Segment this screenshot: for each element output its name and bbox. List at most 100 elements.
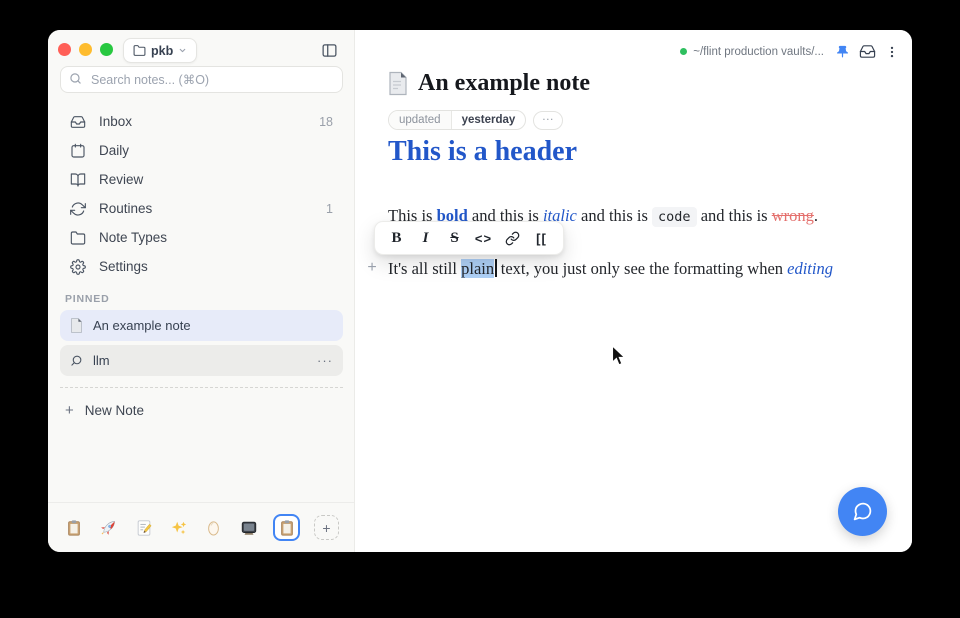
calendar-icon xyxy=(70,143,86,159)
sidebar-item-label: Note Types xyxy=(99,230,167,245)
sidebar: pkb Inbox 18 xyxy=(48,30,355,552)
sidebar-item-routines[interactable]: Routines 1 xyxy=(60,194,343,223)
pinned-note-llm[interactable]: llm ··· xyxy=(60,345,343,376)
pinned-note-label: llm xyxy=(93,353,110,368)
plus-icon: + xyxy=(322,520,330,536)
workspace-egg-button[interactable] xyxy=(203,517,224,538)
kebab-menu-button[interactable] xyxy=(885,45,899,59)
sidebar-item-settings[interactable]: Settings xyxy=(60,252,343,281)
code-text: code xyxy=(652,207,697,227)
folder-icon xyxy=(133,44,146,57)
app-window: pkb Inbox 18 xyxy=(48,30,912,552)
pin-button[interactable] xyxy=(835,44,850,59)
clipboard-icon xyxy=(278,519,296,537)
workspace-sparkles-button[interactable] xyxy=(168,517,189,538)
screen: pkb Inbox 18 xyxy=(0,0,960,618)
chat-button[interactable] xyxy=(838,487,887,536)
chevron-down-icon xyxy=(178,46,187,55)
plus-icon: + xyxy=(65,402,74,419)
text-run: and this is xyxy=(697,206,772,225)
traffic-lights xyxy=(58,43,113,56)
link-button[interactable] xyxy=(498,224,527,252)
sidebar-nav: Inbox 18 Daily Review Routines 1 xyxy=(60,107,343,281)
tv-icon xyxy=(240,519,258,537)
minimize-button[interactable] xyxy=(79,43,92,56)
block-handle[interactable]: + xyxy=(366,257,378,279)
rocket-icon xyxy=(99,518,118,537)
note-heading[interactable]: This is a header xyxy=(388,136,577,168)
new-note-button[interactable]: + New Note xyxy=(65,398,144,422)
pinned-note-an-example-note[interactable]: An example note xyxy=(60,310,343,341)
memo-icon xyxy=(135,519,153,537)
wikilink-button[interactable]: [[ xyxy=(527,224,556,252)
search-box xyxy=(60,66,343,93)
code-button[interactable]: <> xyxy=(469,224,498,252)
close-button[interactable] xyxy=(58,43,71,56)
refresh-icon xyxy=(70,201,86,217)
sidebar-item-label: Inbox xyxy=(99,114,132,129)
inbox-icon xyxy=(70,114,86,130)
status-dot xyxy=(680,48,687,55)
inbox-tray-button[interactable] xyxy=(859,43,876,60)
workspace-memo-button[interactable] xyxy=(133,517,154,538)
italic-button[interactable]: I xyxy=(411,224,440,252)
text-run: . xyxy=(814,206,818,225)
search-icon xyxy=(69,72,82,85)
workspace-clipboard-button[interactable] xyxy=(63,517,84,538)
gear-icon xyxy=(70,259,86,275)
updated-badge-value: yesterday xyxy=(452,111,526,129)
note-title[interactable]: An example note xyxy=(418,70,590,97)
document-icon xyxy=(388,71,408,96)
zoom-button[interactable] xyxy=(100,43,113,56)
vault-path: ~/flint production vaults/... xyxy=(693,46,824,58)
text-run: text, you just only see the formatting w… xyxy=(497,259,788,278)
pinned-note-label: An example note xyxy=(93,318,191,333)
sidebar-item-label: Routines xyxy=(99,201,152,216)
editor-topbar: ~/flint production vaults/... xyxy=(680,43,899,60)
workspace-tv-button[interactable] xyxy=(238,517,259,538)
search-icon xyxy=(70,354,83,367)
workspace-switcher[interactable]: pkb xyxy=(123,38,197,63)
sidebar-item-label: Daily xyxy=(99,143,129,158)
note-options-button[interactable]: ··· xyxy=(317,357,333,365)
strikethrough-button[interactable]: S xyxy=(440,224,469,252)
chat-bubble-icon xyxy=(852,501,873,522)
vault-status: ~/flint production vaults/... xyxy=(680,46,824,58)
more-badges-button[interactable]: ... xyxy=(533,111,563,130)
paragraph-plain-text[interactable]: + It's all still plain text, you just on… xyxy=(366,257,833,280)
add-workspace-button[interactable]: + xyxy=(314,515,339,540)
italic-text: editing xyxy=(787,259,833,278)
note-meta: updated yesterday ... xyxy=(388,110,563,130)
strikethrough-text: wrong xyxy=(772,206,814,225)
workspace-clipboard-active-button[interactable] xyxy=(273,514,300,541)
text-run: It's all still xyxy=(388,259,461,278)
folder-icon xyxy=(70,230,86,246)
sidebar-item-review[interactable]: Review xyxy=(60,165,343,194)
format-toolbar: B I S <> [[ xyxy=(374,221,564,255)
sidebar-item-inbox[interactable]: Inbox 18 xyxy=(60,107,343,136)
workspace-rocket-button[interactable] xyxy=(98,517,119,538)
note-header: An example note xyxy=(388,70,590,97)
sidebar-item-label: Settings xyxy=(99,259,148,274)
sidebar-toggle-button[interactable] xyxy=(320,41,339,60)
sidebar-item-label: Review xyxy=(99,172,143,187)
link-icon xyxy=(505,231,520,246)
updated-badge[interactable]: updated yesterday xyxy=(388,110,526,130)
workspace-dock: + xyxy=(48,502,354,552)
selected-text: plain xyxy=(461,259,494,278)
search-input[interactable] xyxy=(60,66,343,93)
updated-badge-key: updated xyxy=(389,111,452,129)
editor-pane: ~/flint production vaults/... An example… xyxy=(355,30,912,552)
book-open-icon xyxy=(70,172,86,188)
egg-icon xyxy=(206,519,221,536)
bold-button[interactable]: B xyxy=(382,224,411,252)
divider xyxy=(60,387,343,388)
workspace-name: pkb xyxy=(151,44,173,58)
sidebar-item-daily[interactable]: Daily xyxy=(60,136,343,165)
new-note-label: New Note xyxy=(85,403,144,418)
panel-left-icon xyxy=(321,42,338,59)
text-run: and this is xyxy=(577,206,652,225)
document-icon xyxy=(70,318,83,333)
clipboard-icon xyxy=(65,519,83,537)
sidebar-item-note-types[interactable]: Note Types xyxy=(60,223,343,252)
